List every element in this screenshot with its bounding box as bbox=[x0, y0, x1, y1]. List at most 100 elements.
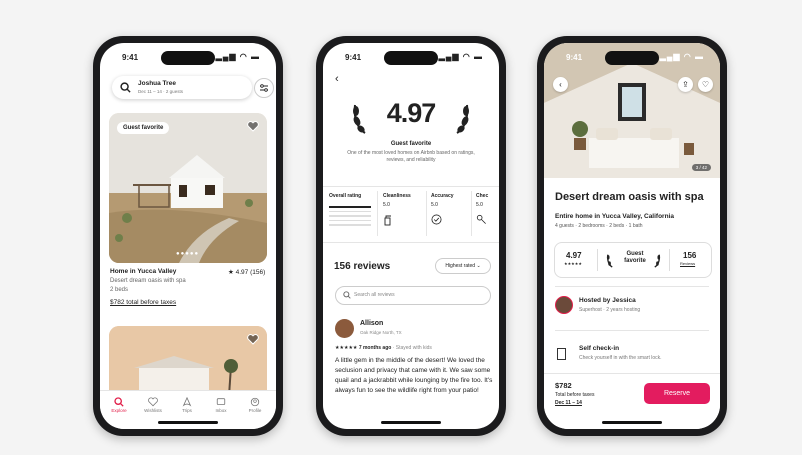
listing-description: Desert dream oasis with spa bbox=[110, 278, 186, 284]
heart-icon bbox=[148, 397, 158, 407]
tab-explore[interactable]: Explore bbox=[102, 397, 136, 413]
stat-value: 5.0 bbox=[476, 202, 483, 208]
search-icon bbox=[343, 291, 351, 299]
listing-photo[interactable]: Guest favorite ●●●●● bbox=[109, 113, 267, 263]
stage: 9:41 ▂▄▆ ◠ ▬ Joshua Tree Dec 11 – 14 · 2… bbox=[0, 0, 802, 455]
door-icon bbox=[557, 348, 566, 360]
stat-value: 5.0 bbox=[383, 202, 390, 208]
review-search-input[interactable]: Search all reviews bbox=[335, 286, 491, 305]
spray-bottle-icon bbox=[384, 215, 391, 226]
rating-score: 4.97 bbox=[386, 98, 437, 128]
home-indicator bbox=[602, 421, 662, 424]
rating-breakdown: Overall rating Cleanliness 5.0 Accuracy … bbox=[323, 186, 499, 243]
review-text: A little gem in the middle of the desert… bbox=[335, 357, 493, 394]
status-time: 9:41 bbox=[345, 53, 362, 62]
host-avatar[interactable] bbox=[555, 296, 573, 314]
tab-label: Profile bbox=[248, 408, 262, 413]
search-icon bbox=[120, 82, 131, 93]
tab-wishlists[interactable]: Wishlists bbox=[136, 397, 170, 413]
review-meta: ★★★★★ 7 months ago · Stayed with kids bbox=[335, 345, 432, 351]
heart-icon[interactable] bbox=[247, 121, 259, 132]
reviews-link[interactable]: Reviews bbox=[680, 261, 695, 266]
stat-label: Overall rating bbox=[329, 193, 362, 199]
profile-icon bbox=[250, 397, 260, 407]
home-indicator bbox=[381, 421, 441, 424]
search-subtitle: Dec 11 – 14 · 2 guests bbox=[138, 89, 183, 94]
divider bbox=[669, 249, 670, 271]
rating-bars bbox=[329, 206, 371, 229]
divider bbox=[555, 286, 709, 287]
signal-wifi-battery-icon: ▂▄▆ ◠ ▬ bbox=[659, 52, 704, 61]
price-note: Total before taxes bbox=[555, 392, 595, 398]
review-stars: ★★★★★ bbox=[335, 345, 358, 351]
divider bbox=[597, 249, 598, 271]
reserve-button[interactable]: Reserve bbox=[644, 383, 710, 404]
phone-reviews: 9:41 ▂▄▆ ◠ ▬ ‹ 4.97 Guest favorite One o… bbox=[316, 36, 506, 436]
listing-price[interactable]: $782 total before taxes bbox=[110, 299, 176, 306]
listing-title: Home in Yucca Valley bbox=[110, 268, 177, 275]
guest-favorite-label: Guest favorite bbox=[624, 251, 646, 264]
airbnb-logo-icon bbox=[182, 396, 192, 407]
checkin-title: Self check-in bbox=[579, 345, 620, 352]
house-illustration bbox=[109, 113, 267, 263]
listing-rating: ★ 4.97 (156) bbox=[228, 269, 266, 276]
guest-favorite-description: One of the most loved homes on Airbnb ba… bbox=[347, 150, 475, 163]
signal-wifi-battery-icon: ▂▄▆ ◠ ▬ bbox=[438, 52, 483, 61]
chevron-left-icon: ‹ bbox=[559, 80, 562, 89]
back-arrow-icon[interactable]: ‹ bbox=[335, 73, 339, 85]
reviews-count: 156 reviews bbox=[334, 261, 391, 272]
search-bar[interactable]: Joshua Tree Dec 11 – 14 · 2 guests bbox=[112, 76, 252, 99]
checkin-description: Check yourself in with the smart lock. bbox=[579, 355, 662, 361]
share-icon: ⇪ bbox=[682, 80, 689, 89]
filter-icon bbox=[260, 84, 268, 92]
dynamic-island bbox=[605, 51, 659, 65]
tab-label: Trips bbox=[182, 408, 192, 413]
host-details: Superhost · 2 years hosting bbox=[579, 307, 641, 313]
stat-label: Cleanliness bbox=[383, 193, 411, 199]
reviewer-name: Allison bbox=[360, 320, 384, 327]
sort-dropdown[interactable]: Highest rated ⌄ bbox=[435, 258, 491, 274]
search-title: Joshua Tree bbox=[138, 80, 176, 87]
stat-checkin: Chec 5.0 bbox=[476, 193, 488, 227]
signal-wifi-battery-icon: ▂▄▆ ◠ ▬ bbox=[215, 52, 260, 61]
back-button[interactable]: ‹ bbox=[553, 77, 568, 92]
share-button[interactable]: ⇪ bbox=[678, 77, 693, 92]
divider bbox=[426, 191, 427, 236]
rating-summary-card[interactable]: 4.97 ★★★★★ Guest favorite 156 Reviews bbox=[554, 242, 712, 278]
dynamic-island bbox=[161, 51, 215, 65]
tab-trips[interactable]: Trips bbox=[170, 396, 204, 413]
avatar bbox=[335, 319, 354, 338]
laurel-right-icon bbox=[654, 254, 661, 268]
stat-label: Accuracy bbox=[431, 193, 454, 199]
house-illustration-2 bbox=[109, 326, 267, 396]
host-name: Hosted by Jessica bbox=[579, 297, 636, 304]
listing-photo-2[interactable] bbox=[109, 326, 267, 396]
listing-beds: 2 beds bbox=[110, 287, 129, 293]
review-stay-type: · Stayed with kids bbox=[392, 345, 432, 351]
tab-label: Explore bbox=[111, 408, 127, 413]
guest-favorite-badge: Guest favorite bbox=[117, 122, 170, 134]
stat-overall: Overall rating bbox=[329, 193, 361, 199]
divider bbox=[471, 191, 472, 236]
review-date: 7 months ago bbox=[358, 345, 392, 351]
stat-accuracy: Accuracy 5.0 bbox=[431, 193, 454, 227]
heart-icon[interactable] bbox=[247, 334, 259, 345]
listing-details: 4 guests · 2 bedrooms · 2 beds · 1 bath bbox=[555, 223, 643, 229]
tab-inbox[interactable]: Inbox bbox=[204, 397, 238, 413]
heart-icon: ♡ bbox=[701, 80, 710, 89]
save-button[interactable]: ♡ bbox=[698, 77, 713, 92]
laurel-left-icon bbox=[606, 254, 613, 268]
chevron-down-icon: ⌄ bbox=[476, 263, 481, 269]
stat-cleanliness: Cleanliness 5.0 bbox=[383, 193, 411, 228]
message-icon bbox=[216, 398, 226, 405]
tab-profile[interactable]: Profile bbox=[238, 397, 272, 413]
search-icon bbox=[114, 397, 124, 407]
carousel-dots: ●●●●● bbox=[176, 251, 200, 257]
stat-value: 5.0 bbox=[431, 202, 438, 208]
tab-label: Inbox bbox=[215, 408, 227, 413]
reviews-number: 156 bbox=[683, 251, 697, 260]
filter-button[interactable] bbox=[254, 78, 274, 98]
dates-link[interactable]: Dec 11 – 14 bbox=[555, 400, 582, 406]
check-circle-icon bbox=[431, 214, 442, 225]
status-time: 9:41 bbox=[566, 53, 583, 62]
